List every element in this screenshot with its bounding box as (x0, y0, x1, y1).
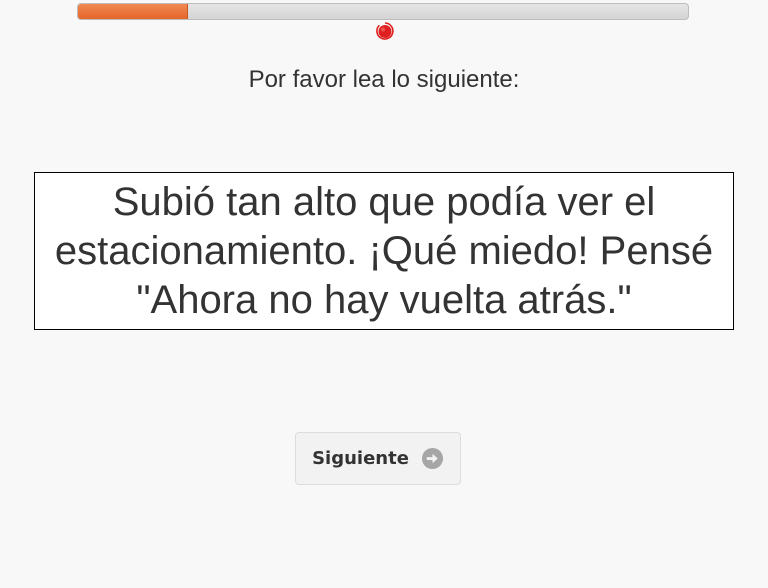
reading-passage-box: Subió tan alto que podía ver el estacion… (34, 172, 734, 330)
record-icon (376, 22, 394, 40)
progress-bar-fill (78, 4, 188, 19)
instruction-text: Por favor lea lo siguiente: (248, 66, 520, 93)
next-button[interactable]: Siguiente (295, 432, 461, 485)
arrow-right-circle-icon (421, 447, 443, 470)
progress-bar (77, 3, 689, 20)
next-button-label: Siguiente (312, 448, 409, 469)
reading-passage-text: Subió tan alto que podía ver el estacion… (54, 179, 714, 322)
